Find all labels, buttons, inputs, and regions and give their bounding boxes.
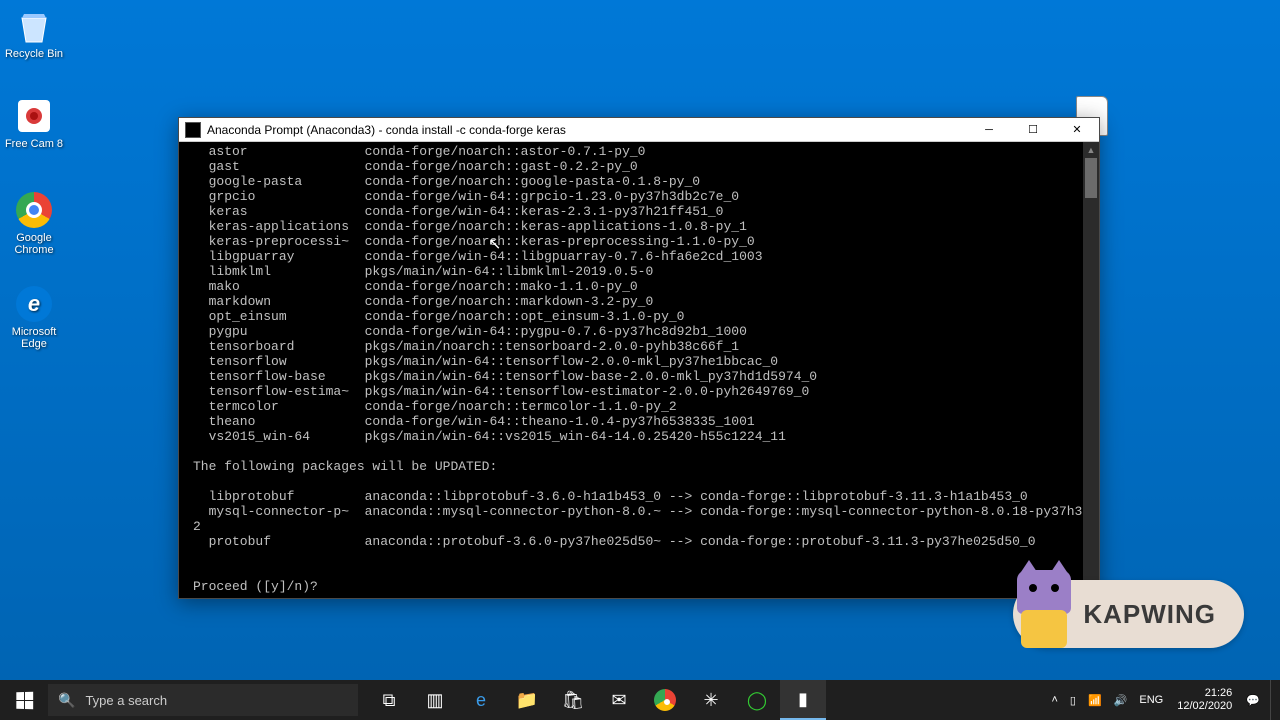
minimize-button[interactable]: ─: [967, 118, 1011, 141]
kapwing-mascot-icon: [1009, 564, 1079, 648]
desktop-icon-label: Recycle Bin: [4, 48, 64, 60]
taskbar-store[interactable]: 🛍: [550, 680, 596, 720]
maximize-button[interactable]: ☐: [1011, 118, 1055, 141]
desktop-icon-label: Google Chrome: [4, 232, 64, 256]
anaconda-prompt-window: Anaconda Prompt (Anaconda3) - conda inst…: [178, 117, 1100, 599]
taskbar: 🔍 Type a search ⧉ ▥ e 📁 🛍 ✉ ✳ ◯ ▮ ˄ ▯ 📶 …: [0, 680, 1280, 720]
recycle-bin-icon: [14, 6, 54, 46]
taskbar-explorer[interactable]: 📁: [504, 680, 550, 720]
taskbar-chrome[interactable]: [642, 680, 688, 720]
edge-icon: e: [14, 284, 54, 324]
task-view-button[interactable]: ⧉: [366, 680, 412, 720]
desktop-icon-recycle-bin[interactable]: Recycle Bin: [4, 6, 64, 60]
taskbar-anaconda[interactable]: ◯: [734, 680, 780, 720]
terminal-output[interactable]: astor conda-forge/noarch::astor-0.7.1-py…: [179, 142, 1099, 598]
titlebar[interactable]: Anaconda Prompt (Anaconda3) - conda inst…: [179, 118, 1099, 142]
watermark-text: KAPWING: [1083, 599, 1216, 630]
desktop-icon-label: Free Cam 8: [4, 138, 64, 150]
taskbar-terminal[interactable]: ▮: [780, 680, 826, 720]
taskbar-search[interactable]: 🔍 Type a search: [48, 684, 358, 716]
scrollbar[interactable]: ▲ ▼: [1083, 142, 1099, 598]
taskbar-app[interactable]: ▥: [412, 680, 458, 720]
scroll-thumb[interactable]: [1085, 158, 1097, 198]
search-icon: 🔍: [58, 692, 75, 709]
windows-logo-icon: [16, 691, 33, 709]
tray-language[interactable]: ENG: [1133, 680, 1169, 720]
desktop-icon-free-cam[interactable]: Free Cam 8: [4, 96, 64, 150]
tray-volume-icon[interactable]: 🔊: [1108, 680, 1134, 720]
taskbar-pinned-apps: ⧉ ▥ e 📁 🛍 ✉ ✳ ◯ ▮: [366, 680, 826, 720]
tray-chevron[interactable]: ˄: [1045, 680, 1063, 720]
desktop-icon-label: Microsoft Edge: [4, 326, 64, 350]
kapwing-watermark: KAPWING: [1013, 580, 1244, 648]
tray-battery-icon[interactable]: ▯: [1064, 680, 1082, 720]
desktop-icon-edge[interactable]: e Microsoft Edge: [4, 284, 64, 350]
taskbar-app-gear[interactable]: ✳: [688, 680, 734, 720]
taskbar-edge[interactable]: e: [458, 680, 504, 720]
tray-wifi-icon[interactable]: 📶: [1082, 680, 1108, 720]
window-title: Anaconda Prompt (Anaconda3) - conda inst…: [207, 123, 967, 137]
tray-notifications-icon[interactable]: 💬: [1240, 680, 1266, 720]
free-cam-icon: [14, 96, 54, 136]
close-button[interactable]: ✕: [1055, 118, 1099, 141]
taskbar-mail[interactable]: ✉: [596, 680, 642, 720]
window-icon: [185, 122, 201, 138]
show-desktop-button[interactable]: [1270, 680, 1276, 720]
desktop-icon-chrome[interactable]: Google Chrome: [4, 190, 64, 256]
chrome-icon: [14, 190, 54, 230]
scroll-up-arrow[interactable]: ▲: [1083, 142, 1099, 158]
tray-clock[interactable]: 21:26 12/02/2020: [1169, 687, 1240, 713]
start-button[interactable]: [0, 680, 48, 720]
system-tray: ˄ ▯ 📶 🔊 ENG 21:26 12/02/2020 💬: [1045, 680, 1280, 720]
tray-time: 21:26: [1205, 687, 1233, 700]
tray-date: 12/02/2020: [1177, 700, 1232, 713]
search-placeholder: Type a search: [85, 693, 167, 708]
